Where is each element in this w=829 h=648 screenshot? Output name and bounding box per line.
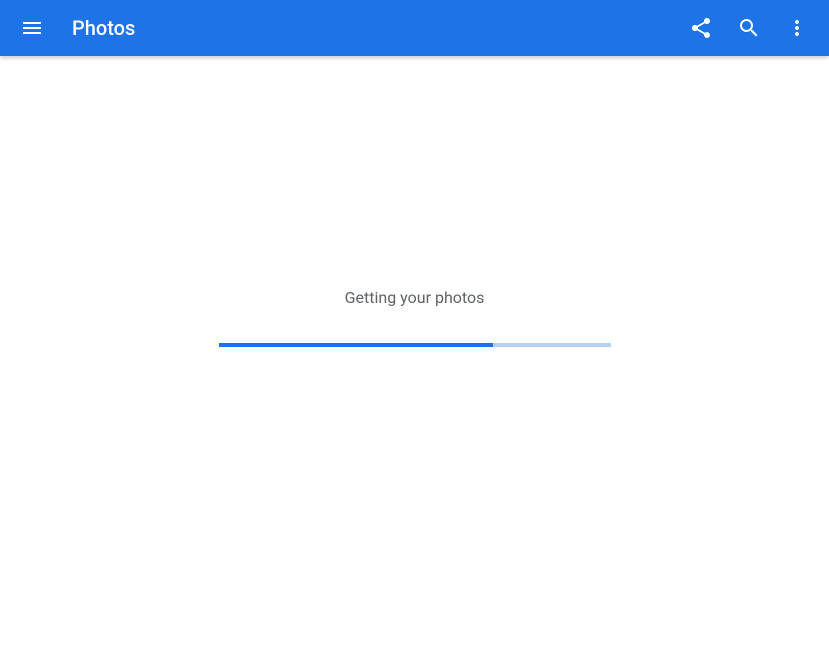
app-bar: Photos <box>0 0 829 56</box>
progress-bar <box>219 343 611 347</box>
main-content: Getting your photos <box>0 56 829 648</box>
search-icon <box>737 16 761 40</box>
menu-button[interactable] <box>8 4 56 52</box>
more-vert-icon <box>785 16 809 40</box>
share-button[interactable] <box>677 4 725 52</box>
more-button[interactable] <box>773 4 821 52</box>
progress-fill <box>219 343 493 347</box>
loading-text: Getting your photos <box>345 288 485 307</box>
app-title: Photos <box>72 16 135 40</box>
share-icon <box>689 16 713 40</box>
search-button[interactable] <box>725 4 773 52</box>
hamburger-icon <box>20 16 44 40</box>
